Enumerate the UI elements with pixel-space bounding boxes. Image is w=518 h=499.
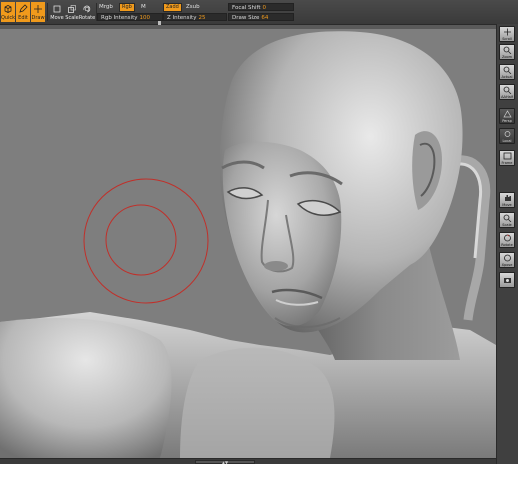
local-button[interactable]: Local — [499, 128, 515, 144]
scroll-label: Scroll — [502, 36, 512, 41]
rotate-icon — [82, 3, 93, 14]
move-view-label: Move — [502, 202, 512, 207]
half-size-icon — [502, 86, 512, 95]
nose-tip — [264, 261, 288, 271]
chest-shape — [180, 347, 335, 458]
persp-label: Persp — [502, 118, 512, 123]
tool-quick-label: Quick — [0, 15, 16, 21]
frame-button[interactable]: Frame — [499, 150, 515, 166]
scale-view-label: Scale — [502, 222, 512, 227]
tool-rotate-label: Rotate — [78, 15, 96, 21]
toolbar-divider — [47, 3, 48, 21]
rotate-view-button[interactable]: Rotate — [499, 232, 515, 248]
face-shape — [222, 141, 342, 327]
actual-button[interactable]: Actual — [499, 64, 515, 80]
rgb-intensity-slider[interactable]: Rgb Intensity 100 — [97, 13, 163, 21]
tool-quick[interactable]: Quick — [1, 2, 15, 22]
tool-scale-label: Scale — [65, 15, 79, 21]
draw-size-value: 64 — [261, 15, 269, 21]
mrgb-button[interactable]: Mrgb — [99, 4, 113, 10]
local-label: Local — [502, 138, 512, 143]
zoom-icon — [502, 46, 512, 55]
scroll-icon — [502, 28, 512, 37]
focal-shift-slider[interactable]: Focal Shift 0 — [228, 3, 294, 11]
rotate-view-label: Rotate — [501, 242, 513, 247]
perspective-icon — [502, 110, 512, 119]
aahalf-label: AAHalf — [501, 94, 513, 99]
frame-label: Frame — [501, 160, 513, 165]
focal-shift-value: 0 — [262, 5, 267, 11]
scale-view-icon — [502, 214, 512, 223]
tool-edit-label: Edit — [18, 15, 28, 21]
actual-size-icon — [502, 66, 512, 75]
tool-move-label: Move — [50, 15, 64, 21]
scale-view-button[interactable]: Scale — [499, 212, 515, 228]
rgb-intensity-value: 100 — [139, 15, 151, 21]
right-shelf: Scroll Zoom Actual AAHalf Persp Local Fr… — [496, 24, 518, 464]
focal-shift-label: Focal Shift — [232, 5, 261, 11]
tool-scale[interactable]: Scale — [65, 2, 79, 22]
rgb-intensity-knob[interactable] — [158, 21, 161, 25]
actual-label: Actual — [501, 74, 513, 79]
move-icon — [52, 3, 63, 14]
draw-size-slider[interactable]: Draw Size 64 — [228, 13, 294, 21]
rgb-intensity-label: Rgb Intensity — [101, 15, 138, 21]
zoom-label: Zoom — [501, 54, 513, 59]
xpose-icon — [502, 254, 512, 263]
z-intensity-label: Z Intensity — [167, 15, 197, 21]
sculpt-viewport[interactable] — [0, 29, 496, 458]
tool-edit[interactable]: Edit — [16, 2, 30, 22]
brush-outer-ring — [83, 178, 209, 304]
outside-window-area — [0, 464, 518, 499]
z-intensity-slider[interactable]: Z Intensity 25 — [163, 13, 227, 21]
hand-move-icon — [502, 194, 512, 203]
pencil-icon — [18, 3, 29, 14]
cube-icon — [3, 3, 14, 14]
draw-size-label: Draw Size — [232, 15, 260, 21]
zadd-button[interactable]: Zadd — [163, 3, 182, 12]
document-canvas[interactable] — [0, 29, 496, 458]
brush-inner-ring — [105, 204, 177, 276]
camera-icon — [502, 276, 512, 285]
m-button[interactable]: M — [141, 4, 146, 10]
tool-draw-label: Draw — [31, 15, 45, 21]
zsub-button[interactable]: Zsub — [186, 4, 200, 10]
left-shoulder-shape — [0, 317, 172, 458]
xpose-label: Xpose — [501, 262, 513, 267]
top-toolbar: Quick Edit Draw Move Scale Rotate Mrgb R… — [0, 0, 518, 25]
zoom-button[interactable]: Zoom — [499, 44, 515, 60]
persp-button[interactable]: Persp — [499, 108, 515, 124]
aahalf-button[interactable]: AAHalf — [499, 84, 515, 100]
local-icon — [502, 130, 512, 139]
z-intensity-value: 25 — [198, 15, 206, 21]
scroll-button[interactable]: Scroll — [499, 26, 515, 42]
brush-icon — [33, 3, 44, 14]
tool-rotate[interactable]: Rotate — [78, 2, 96, 22]
tool-draw[interactable]: Draw — [31, 2, 45, 22]
frame-icon — [502, 152, 512, 161]
scale-icon — [67, 3, 78, 14]
move-view-button[interactable]: Move — [499, 192, 515, 208]
rgb-button[interactable]: Rgb — [119, 3, 135, 12]
camera-button[interactable] — [499, 272, 515, 288]
rotate-view-icon — [502, 234, 512, 243]
xpose-button[interactable]: Xpose — [499, 252, 515, 268]
tool-move[interactable]: Move — [50, 2, 64, 22]
